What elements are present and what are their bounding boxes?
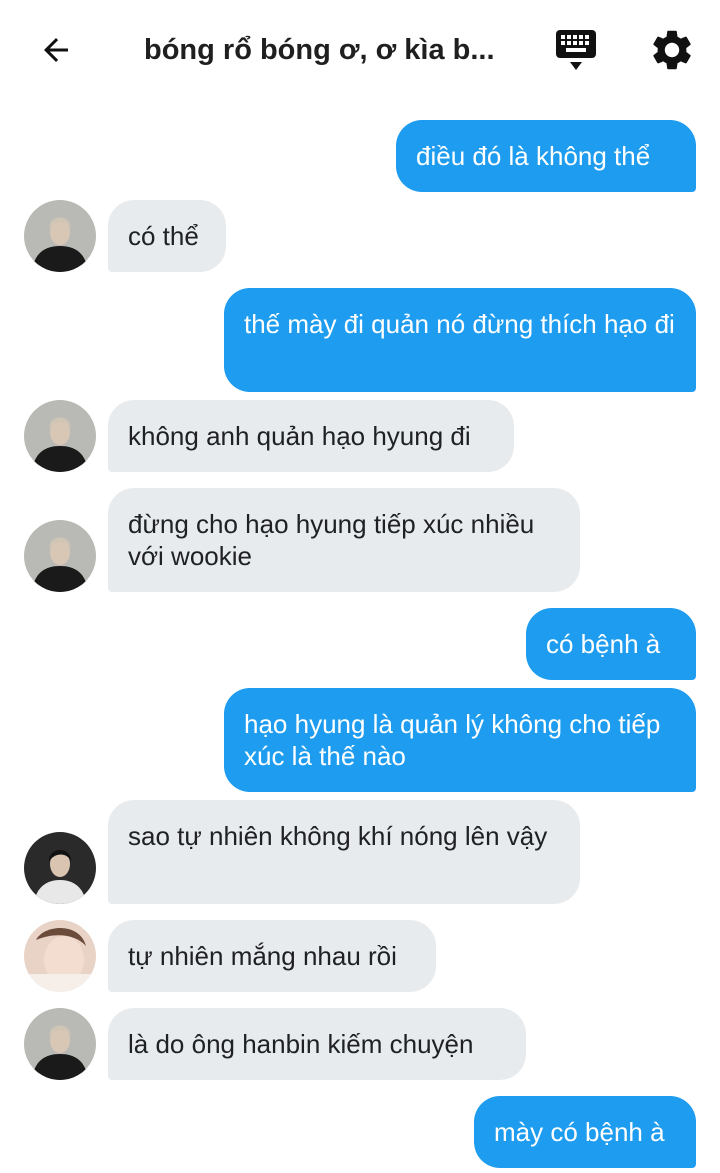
back-button[interactable]: [34, 28, 78, 72]
avatar[interactable]: [24, 1008, 96, 1080]
avatar[interactable]: [24, 400, 96, 472]
outgoing-message[interactable]: thế mày đi quản nó đừng thích hạo đi: [224, 288, 696, 392]
avatar[interactable]: [24, 520, 96, 592]
chat-title: bóng rổ bóng ơ, ơ kìa b...: [144, 34, 495, 66]
keyboard-icon: [556, 30, 596, 70]
incoming-message[interactable]: tự nhiên mắng nhau rồi: [108, 920, 436, 992]
gear-icon: [653, 30, 691, 70]
outgoing-message[interactable]: mày có bệnh à: [474, 1096, 696, 1168]
outgoing-message[interactable]: điều đó là không thể: [396, 120, 696, 192]
incoming-message[interactable]: là do ông hanbin kiếm chuyện: [108, 1008, 526, 1080]
incoming-message[interactable]: có thể: [108, 200, 226, 272]
outgoing-message[interactable]: hạo hyung là quản lý không cho tiếp xúc …: [224, 688, 696, 792]
chat-header: bóng rổ bóng ơ, ơ kìa b...: [0, 0, 720, 100]
avatar[interactable]: [24, 832, 96, 904]
arrow-left-icon: [44, 38, 68, 62]
incoming-message[interactable]: sao tự nhiên không khí nóng lên vậy: [108, 800, 580, 904]
incoming-message[interactable]: đừng cho hạo hyung tiếp xúc nhiều với wo…: [108, 488, 580, 592]
settings-button[interactable]: [648, 26, 696, 74]
incoming-message[interactable]: không anh quản hạo hyung đi: [108, 400, 514, 472]
outgoing-message[interactable]: có bệnh à: [526, 608, 696, 680]
keyboard-button[interactable]: [552, 28, 600, 74]
avatar[interactable]: [24, 200, 96, 272]
avatar[interactable]: [24, 920, 96, 992]
